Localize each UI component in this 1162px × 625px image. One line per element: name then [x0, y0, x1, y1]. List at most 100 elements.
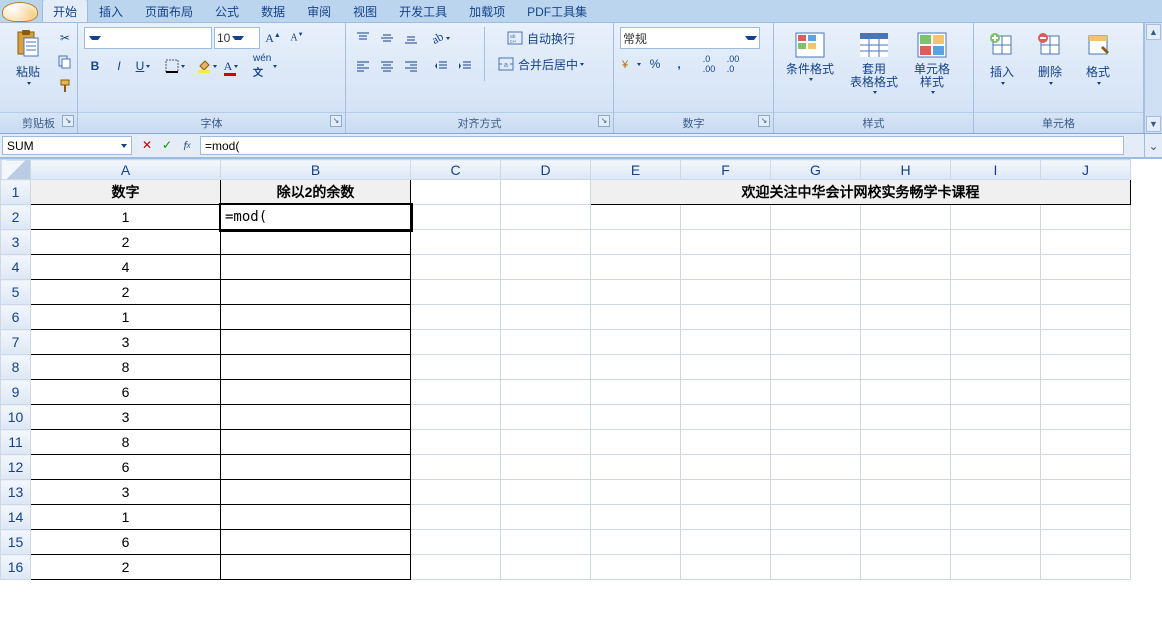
cell[interactable]	[771, 280, 861, 305]
col-header-B[interactable]: B	[221, 160, 411, 180]
col-header-I[interactable]: I	[951, 160, 1041, 180]
row-header[interactable]: 3	[1, 230, 31, 255]
cell[interactable]	[411, 430, 501, 455]
cell[interactable]	[951, 230, 1041, 255]
cell[interactable]	[681, 355, 771, 380]
cell[interactable]	[951, 505, 1041, 530]
cell[interactable]	[1041, 555, 1131, 580]
cell[interactable]	[591, 555, 681, 580]
cell[interactable]: 2	[31, 555, 221, 580]
cell[interactable]	[1041, 455, 1131, 480]
cell[interactable]	[951, 530, 1041, 555]
comma-button[interactable]: ,	[668, 53, 690, 75]
cell[interactable]	[951, 355, 1041, 380]
cell[interactable]	[681, 380, 771, 405]
name-box[interactable]: SUM	[2, 136, 132, 155]
align-middle-button[interactable]	[376, 27, 398, 49]
enter-formula-button[interactable]: ✓	[158, 137, 176, 155]
row-header[interactable]: 8	[1, 355, 31, 380]
cell[interactable]	[221, 480, 411, 505]
row-header[interactable]: 7	[1, 330, 31, 355]
cell[interactable]: 8	[31, 430, 221, 455]
cell[interactable]	[501, 430, 591, 455]
ribbon-scroll-down[interactable]: ▼	[1146, 116, 1161, 132]
office-button[interactable]	[2, 2, 38, 22]
cell[interactable]	[591, 255, 681, 280]
cell[interactable]	[951, 380, 1041, 405]
border-button[interactable]	[164, 55, 186, 77]
cell[interactable]	[771, 380, 861, 405]
cell-styles-button[interactable]: 单元格 样式	[908, 27, 956, 96]
col-header-A[interactable]: A	[31, 160, 221, 180]
clipboard-launcher[interactable]: ↘	[62, 115, 74, 127]
accounting-format-button[interactable]: ¥	[620, 53, 642, 75]
cell[interactable]	[501, 230, 591, 255]
cell[interactable]	[861, 305, 951, 330]
cell[interactable]	[861, 455, 951, 480]
cell[interactable]: 1	[31, 205, 221, 230]
cell[interactable]: 3	[31, 405, 221, 430]
cell[interactable]	[861, 230, 951, 255]
insert-cells-button[interactable]: 插入	[980, 27, 1024, 87]
cell[interactable]	[591, 530, 681, 555]
cell[interactable]	[411, 505, 501, 530]
cell[interactable]	[591, 430, 681, 455]
col-header-F[interactable]: F	[681, 160, 771, 180]
cell[interactable]	[861, 380, 951, 405]
cell[interactable]	[771, 455, 861, 480]
cell[interactable]	[1041, 255, 1131, 280]
formula-input[interactable]: =mod(	[200, 136, 1124, 155]
cell[interactable]	[221, 380, 411, 405]
conditional-format-button[interactable]: 条件格式	[780, 27, 840, 83]
col-header-G[interactable]: G	[771, 160, 861, 180]
col-header-C[interactable]: C	[411, 160, 501, 180]
cell[interactable]	[681, 305, 771, 330]
col-header-H[interactable]: H	[861, 160, 951, 180]
cell[interactable]	[951, 205, 1041, 230]
copy-button[interactable]	[54, 51, 76, 73]
cell[interactable]: 1	[31, 505, 221, 530]
cell[interactable]	[501, 280, 591, 305]
cell[interactable]: 8	[31, 355, 221, 380]
cell[interactable]	[681, 530, 771, 555]
cell[interactable]	[1041, 405, 1131, 430]
underline-button[interactable]: U	[132, 55, 154, 77]
decrease-indent-button[interactable]	[430, 55, 452, 77]
row-header[interactable]: 6	[1, 305, 31, 330]
select-all-corner[interactable]	[1, 160, 31, 180]
cell[interactable]	[681, 230, 771, 255]
cell[interactable]	[861, 355, 951, 380]
row-header[interactable]: 1	[1, 180, 31, 205]
cell[interactable]	[501, 305, 591, 330]
cell[interactable]	[771, 405, 861, 430]
alignment-launcher[interactable]: ↘	[598, 115, 610, 127]
cell[interactable]	[771, 355, 861, 380]
phonetic-button[interactable]: wén文	[252, 55, 278, 77]
cell[interactable]	[951, 305, 1041, 330]
cell[interactable]	[861, 405, 951, 430]
cell[interactable]: 2	[31, 280, 221, 305]
tab-data[interactable]: 数据	[250, 0, 296, 22]
ribbon-scroll-up[interactable]: ▲	[1146, 24, 1161, 40]
row-header[interactable]: 4	[1, 255, 31, 280]
paste-button[interactable]: 粘贴	[6, 27, 50, 87]
cell[interactable]	[1041, 355, 1131, 380]
cell[interactable]	[771, 530, 861, 555]
cell[interactable]	[681, 430, 771, 455]
align-right-button[interactable]	[400, 55, 422, 77]
cell[interactable]	[591, 480, 681, 505]
cell[interactable]	[771, 305, 861, 330]
cell[interactable]	[951, 280, 1041, 305]
cell[interactable]	[501, 530, 591, 555]
cell[interactable]	[501, 505, 591, 530]
cut-button[interactable]: ✂	[54, 27, 76, 49]
cell[interactable]	[681, 480, 771, 505]
cell[interactable]	[411, 480, 501, 505]
cell[interactable]: 3	[31, 330, 221, 355]
align-center-button[interactable]	[376, 55, 398, 77]
cell[interactable]	[411, 230, 501, 255]
font-color-button[interactable]: A	[220, 55, 242, 77]
cell[interactable]	[771, 480, 861, 505]
cell[interactable]: 除以2的余数	[221, 180, 411, 205]
grow-font-button[interactable]: A▲	[262, 27, 284, 49]
